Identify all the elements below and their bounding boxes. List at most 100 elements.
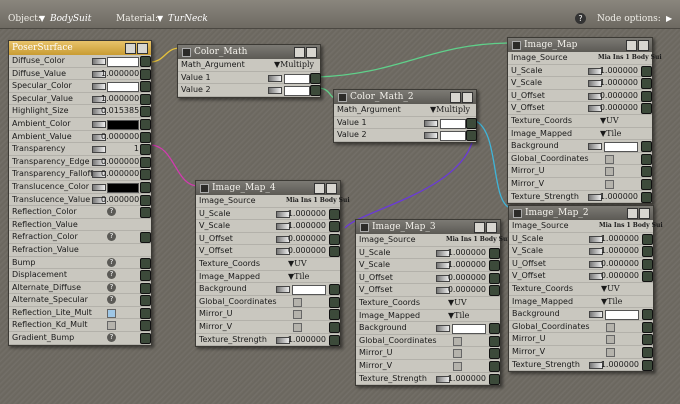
param-value[interactable]: 1.000000: [286, 334, 326, 346]
output-grip-icon[interactable]: [512, 41, 521, 50]
image-source-value[interactable]: Mia Ins 1 Body Sui: [446, 234, 510, 246]
param-value[interactable]: 0.000000: [286, 233, 326, 245]
param-row[interactable]: Transparency_Falloff 0.000000: [9, 168, 151, 181]
param-row[interactable]: U_Scale 1.000000: [508, 65, 652, 78]
output-grip-icon[interactable]: [200, 184, 209, 193]
param-row[interactable]: U_Scale 1.000000: [196, 208, 340, 221]
input-plug-icon[interactable]: [642, 321, 653, 333]
color-swatch[interactable]: [107, 57, 139, 67]
input-plug-icon[interactable]: [140, 257, 151, 269]
input-plug-icon[interactable]: [140, 207, 151, 219]
checkbox[interactable]: [293, 310, 302, 320]
param-row[interactable]: Alternate_Specular?: [9, 294, 151, 307]
image-source-value[interactable]: Mia Ins 1 Body Sui: [598, 52, 662, 64]
input-plug-icon[interactable]: [329, 309, 340, 321]
input-plug-icon[interactable]: [140, 106, 151, 118]
param-row[interactable]: Reflection_Kd_Mult: [9, 319, 151, 333]
param-row[interactable]: Texture_Coords ▼UV: [196, 258, 340, 271]
param-row[interactable]: Mirror_V: [356, 360, 500, 373]
param-value[interactable]: 1.000000: [446, 259, 486, 271]
color-swatch[interactable]: [440, 118, 466, 129]
param-row[interactable]: U_Offset 0.000000: [509, 258, 653, 271]
preview-icon[interactable]: [462, 92, 473, 103]
input-plug-icon[interactable]: [140, 333, 151, 345]
input-plug-icon[interactable]: [329, 321, 340, 333]
param-select[interactable]: ▼UV: [600, 115, 619, 127]
input-plug-icon[interactable]: [140, 56, 151, 67]
math-argument-row[interactable]: Math_Argument ▼Multiply: [334, 104, 476, 117]
param-row[interactable]: Highlight_Size 0.015385: [9, 105, 151, 118]
param-value[interactable]: 0.000000: [446, 284, 486, 296]
input-plug-icon[interactable]: [641, 65, 652, 77]
node-title[interactable]: Image_Map_4: [196, 181, 340, 195]
input-plug-icon[interactable]: [329, 233, 340, 245]
input-plug-icon[interactable]: [489, 373, 500, 385]
input-plug-icon[interactable]: [140, 295, 151, 307]
param-row[interactable]: Mirror_U: [356, 347, 500, 360]
node-title[interactable]: Color_Math_2: [334, 90, 476, 104]
math-argument-row[interactable]: Math_Argument ▼Multiply: [178, 59, 320, 72]
color-swatch[interactable]: [284, 86, 310, 97]
color-swatch[interactable]: [284, 73, 310, 84]
input-plug-icon[interactable]: [642, 258, 653, 270]
input-plug-icon[interactable]: [140, 144, 151, 156]
param-row[interactable]: Global_Coordinates: [509, 321, 653, 334]
param-link-icon[interactable]: [588, 143, 602, 151]
input-plug-icon[interactable]: [140, 181, 151, 193]
param-row[interactable]: Image_Mapped ▼Tile: [509, 296, 653, 309]
param-value[interactable]: 0.000000: [101, 194, 139, 206]
param-row[interactable]: Displacement?: [9, 269, 151, 282]
input-plug-icon[interactable]: [140, 307, 151, 319]
node-title[interactable]: PoserSurface: [9, 41, 151, 55]
param-value[interactable]: 1.000000: [101, 93, 139, 105]
input-plug-icon[interactable]: [329, 208, 340, 220]
param-value[interactable]: 1.000000: [598, 191, 638, 203]
param-select[interactable]: ▼Tile: [288, 271, 309, 283]
param-row[interactable]: Mirror_V: [196, 321, 340, 334]
input-plug-icon[interactable]: [329, 284, 340, 296]
color-swatch[interactable]: [292, 285, 326, 296]
param-value[interactable]: 1: [101, 143, 139, 155]
preview-icon[interactable]: [306, 47, 317, 58]
checkbox[interactable]: [453, 349, 462, 359]
param-row[interactable]: Texture_Coords ▼UV: [508, 115, 652, 128]
param-value[interactable]: 1.000000: [598, 65, 638, 77]
param-row[interactable]: Mirror_U: [509, 333, 653, 346]
param-row[interactable]: U_Scale 1.000000: [356, 247, 500, 260]
param-row[interactable]: Specular_Value 1.000000: [9, 93, 151, 106]
param-row[interactable]: Translucence_Color: [9, 181, 151, 194]
color-swatch[interactable]: [107, 82, 139, 93]
param-row[interactable]: Background: [509, 308, 653, 321]
input-plug-icon[interactable]: [641, 191, 652, 203]
input-plug-icon[interactable]: [489, 272, 500, 284]
color-swatch[interactable]: [452, 324, 486, 335]
checkbox[interactable]: [453, 336, 462, 346]
param-row[interactable]: Mirror_U: [196, 308, 340, 321]
param-select[interactable]: ▼Tile: [600, 128, 621, 140]
input-plug-icon[interactable]: [140, 131, 151, 143]
color-swatch[interactable]: [604, 142, 638, 153]
checkbox[interactable]: [293, 297, 302, 307]
param-row[interactable]: Mirror_U: [508, 165, 652, 178]
param-link-icon[interactable]: [92, 120, 106, 128]
param-value[interactable]: 1.000000: [446, 247, 486, 259]
param-row[interactable]: Specular_Color: [9, 80, 151, 93]
input-plug-icon[interactable]: [641, 90, 652, 102]
checkbox[interactable]: [293, 322, 302, 332]
param-link-icon[interactable]: [268, 87, 282, 95]
param-row[interactable]: Ambient_Value 0.000000: [9, 131, 151, 144]
input-plug-icon[interactable]: [329, 221, 340, 233]
param-row[interactable]: Texture_Strength 1.000000: [508, 191, 652, 204]
collapse-icon[interactable]: [627, 208, 638, 219]
param-value[interactable]: 0.000000: [599, 270, 639, 282]
output-grip-icon[interactable]: [182, 48, 191, 57]
input-plug-icon[interactable]: [642, 334, 653, 346]
node-title[interactable]: Image_Map: [508, 38, 652, 52]
preview-icon[interactable]: [639, 208, 650, 219]
image-source-value[interactable]: Mia Ins 1 Body Sui: [286, 195, 350, 207]
input-plug-icon[interactable]: [140, 68, 151, 80]
input-plug-icon[interactable]: [642, 359, 653, 371]
node-image-map-4[interactable]: Image_Map_4 Image_Source Mia Ins 1 Body Su…: [195, 180, 350, 348]
param-row[interactable]: Refraction_Value: [9, 244, 151, 257]
input-plug-icon[interactable]: [641, 78, 652, 90]
